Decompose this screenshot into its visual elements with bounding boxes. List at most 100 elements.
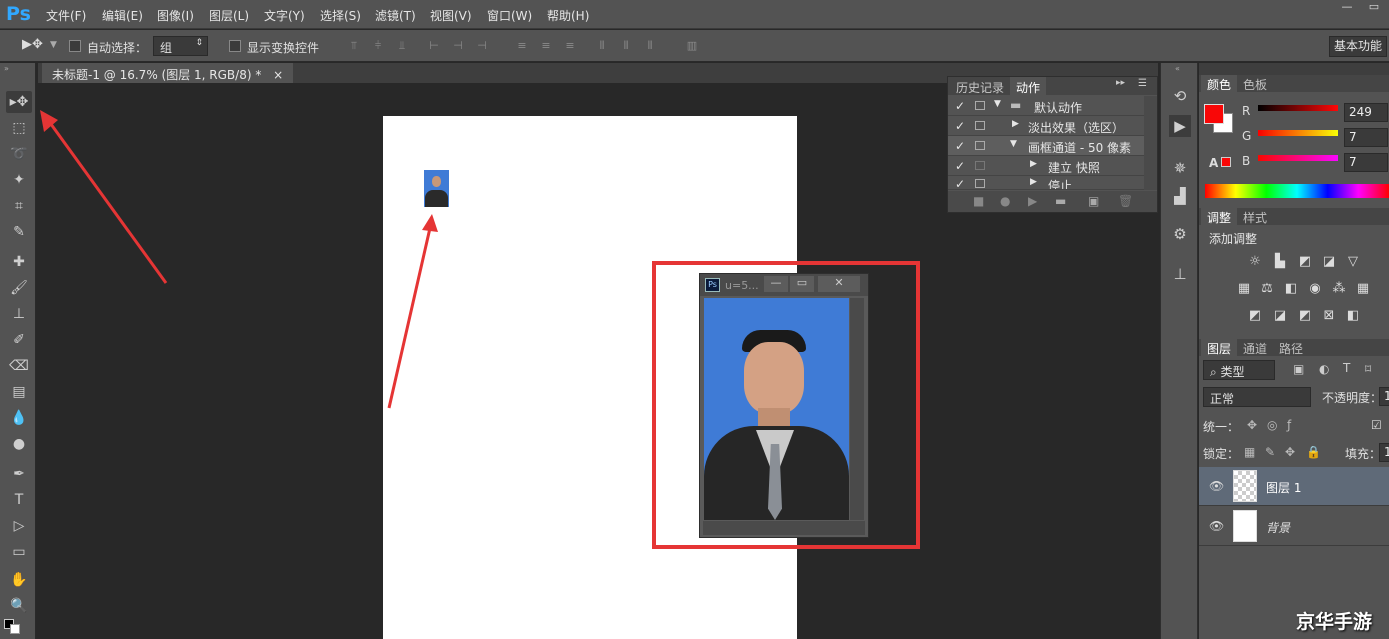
visibility-eye-icon[interactable]: 👁 <box>1209 519 1224 533</box>
action-row[interactable]: ✓ ▼ ▬ 默认动作 <box>948 96 1144 116</box>
lasso-tool-icon[interactable]: ➰ <box>6 143 32 165</box>
toggle-check-icon[interactable]: ✓ <box>955 99 965 113</box>
tool-presets-panel-icon[interactable]: ⊥ <box>1169 263 1191 285</box>
toggle-check-icon[interactable]: ✓ <box>955 139 965 153</box>
filter-pixel-icon[interactable]: ▣ <box>1293 362 1304 376</box>
color-lookup-icon[interactable]: ▦ <box>1354 281 1372 297</box>
auto-select-dropdown[interactable]: 组 ⇕ <box>153 36 208 56</box>
dialog-toggle-icon[interactable] <box>975 141 985 150</box>
distribute-vcenter-icon[interactable]: ≡ <box>539 39 553 53</box>
lock-position-icon[interactable]: ✥ <box>1285 445 1295 459</box>
photo-filter-icon[interactable]: ◉ <box>1306 281 1324 297</box>
filter-adjustment-icon[interactable]: ◐ <box>1319 362 1329 376</box>
window-restore-button[interactable]: ▭ <box>1361 0 1387 16</box>
menu-image[interactable]: 图像(I) <box>157 7 194 24</box>
lock-transparent-icon[interactable]: ▦ <box>1244 445 1255 459</box>
move-tool-preset-icon[interactable]: ▶✥ <box>22 37 43 52</box>
dialog-toggle-icon[interactable] <box>975 121 985 130</box>
layer-row[interactable]: 👁 图层 1 <box>1199 467 1389 506</box>
eyedropper-tool-icon[interactable]: ✎ <box>6 221 32 243</box>
align-left-icon[interactable]: ⊢ <box>427 39 441 53</box>
r-slider[interactable] <box>1258 105 1338 111</box>
menu-view[interactable]: 视图(V) <box>430 7 472 24</box>
record-icon[interactable]: ● <box>1000 194 1010 208</box>
filter-type-icon[interactable]: T <box>1343 361 1350 375</box>
g-slider[interactable] <box>1258 130 1338 136</box>
expand-down-icon[interactable]: ▼ <box>1010 139 1017 149</box>
auto-select-checkbox[interactable] <box>69 40 81 52</box>
foreground-color-swatch[interactable] <box>1204 104 1224 124</box>
action-row[interactable]: ✓ ▶ 建立 快照 <box>948 156 1144 176</box>
panel-collapse-icon[interactable]: ▸▸ <box>1116 78 1125 88</box>
expand-right-icon[interactable]: ▶ <box>1030 159 1037 169</box>
b-value-input[interactable]: 7 <box>1344 153 1388 172</box>
hue-saturation-icon[interactable]: ▦ <box>1235 281 1253 297</box>
toggle-check-icon[interactable]: ✓ <box>955 177 965 189</box>
placed-photo-thumbnail[interactable] <box>424 170 449 207</box>
actions-panel-icon[interactable]: ▶ <box>1169 115 1191 137</box>
crop-tool-icon[interactable]: ⌗ <box>6 195 32 217</box>
tab-channels[interactable]: 通道 <box>1237 339 1274 356</box>
selective-color-icon[interactable]: ⊠ <box>1320 308 1338 324</box>
magic-wand-tool-icon[interactable]: ✦ <box>6 169 32 191</box>
action-row[interactable]: ✓ ▼ 画框通道 - 50 像素 <box>948 136 1144 156</box>
dialog-toggle-icon[interactable] <box>975 101 985 110</box>
gamut-swatch[interactable] <box>1221 157 1231 167</box>
expand-right-icon[interactable]: ▶ <box>1030 177 1037 187</box>
distribute-left-icon[interactable]: ⫴ <box>595 39 609 53</box>
layer-filter-dropdown[interactable]: ⌕ 类型 <box>1203 360 1275 380</box>
tab-styles[interactable]: 样式 <box>1237 208 1274 225</box>
tab-swatches[interactable]: 色板 <box>1237 75 1274 92</box>
panel-menu-icon[interactable]: ☰ <box>1138 78 1147 89</box>
invert-icon[interactable]: ◩ <box>1246 308 1264 324</box>
unify-position-icon[interactable]: ✥ <box>1247 418 1257 432</box>
lock-pixels-icon[interactable]: ✎ <box>1265 445 1275 459</box>
propagate-checkbox-icon[interactable]: ☑ <box>1371 418 1382 432</box>
tab-layers[interactable]: 图层 <box>1201 339 1238 356</box>
window-minimize-button[interactable]: — <box>1334 0 1360 16</box>
tab-actions[interactable]: 动作 <box>1010 77 1047 95</box>
distribute-bottom-icon[interactable]: ≡ <box>563 39 577 53</box>
unify-style-icon[interactable]: ƒ <box>1287 418 1291 432</box>
gradient-tool-icon[interactable]: ▤ <box>6 381 32 403</box>
path-selection-tool-icon[interactable]: ▷ <box>6 515 32 537</box>
new-set-icon[interactable]: ▬ <box>1055 194 1066 208</box>
hand-tool-icon[interactable]: ✋ <box>6 569 32 591</box>
workspace-button[interactable]: 基本功能 <box>1329 36 1387 57</box>
tab-history[interactable]: 历史记录 <box>950 77 1011 95</box>
menu-layer[interactable]: 图层(L) <box>209 7 249 24</box>
navigator-panel-icon[interactable]: ✵ <box>1169 157 1191 179</box>
eraser-tool-icon[interactable]: ⌫ <box>6 355 32 377</box>
fill-input[interactable]: 10 <box>1379 443 1389 462</box>
auto-align-icon[interactable]: ▥ <box>685 39 699 53</box>
brush-tool-icon[interactable]: 🖌 <box>6 277 32 299</box>
r-value-input[interactable]: 249 <box>1344 103 1388 122</box>
distribute-right-icon[interactable]: ⫴ <box>643 39 657 53</box>
menu-help[interactable]: 帮助(H) <box>547 7 589 24</box>
blend-mode-dropdown[interactable]: 正常 <box>1203 387 1311 407</box>
exposure-icon[interactable]: ◪ <box>1320 254 1338 270</box>
gradient-map-icon[interactable]: ◧ <box>1344 308 1362 324</box>
toggle-check-icon[interactable]: ✓ <box>955 119 965 133</box>
action-row[interactable]: ✓ ▶ 淡出效果（选区） <box>948 116 1144 136</box>
background-swatch-small[interactable] <box>10 624 20 634</box>
collapse-toolbox-icon[interactable]: » <box>4 64 9 73</box>
black-white-icon[interactable]: ◧ <box>1282 281 1300 297</box>
dialog-toggle-icon[interactable] <box>975 179 985 188</box>
opacity-input[interactable]: 10 <box>1379 387 1389 406</box>
clone-stamp-tool-icon[interactable]: ⊥ <box>6 303 32 325</box>
posterize-icon[interactable]: ◪ <box>1271 308 1289 324</box>
dodge-tool-icon[interactable]: ● <box>6 433 32 455</box>
filter-shape-icon[interactable]: ⌑ <box>1365 362 1371 376</box>
lock-all-icon[interactable]: 🔒 <box>1306 445 1321 459</box>
align-right-icon[interactable]: ⊣ <box>475 39 489 53</box>
color-spectrum-bar[interactable] <box>1205 184 1389 198</box>
histogram-panel-icon[interactable]: ▟ <box>1169 185 1191 207</box>
unify-visibility-icon[interactable]: ◎ <box>1267 418 1277 432</box>
color-balance-icon[interactable]: ⚖ <box>1258 281 1276 297</box>
menu-select[interactable]: 选择(S) <box>320 7 361 24</box>
expand-down-icon[interactable]: ▼ <box>994 99 1001 109</box>
distribute-hcenter-icon[interactable]: ⫴ <box>619 39 633 53</box>
play-icon[interactable]: ▶ <box>1028 194 1037 208</box>
tab-adjustments[interactable]: 调整 <box>1201 208 1238 225</box>
